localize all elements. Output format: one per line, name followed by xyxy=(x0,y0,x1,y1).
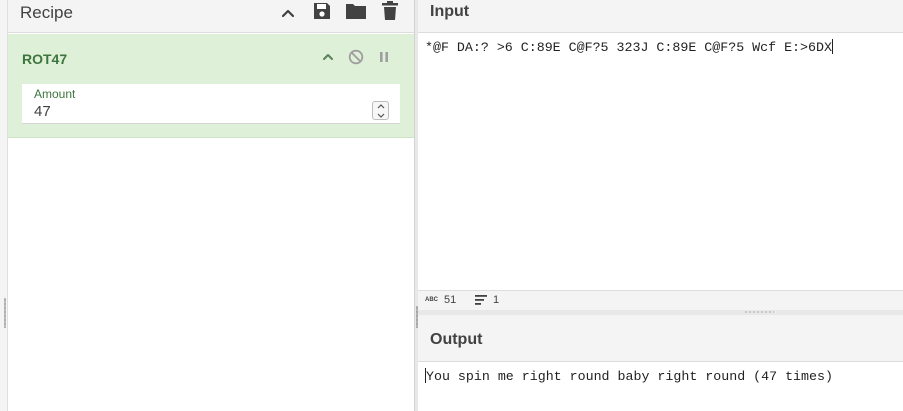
operation-title: ROT47 xyxy=(22,51,68,67)
caret-down-icon xyxy=(377,113,384,118)
recipe-header: Recipe xyxy=(8,0,414,33)
amount-label: Amount xyxy=(34,87,76,101)
output-header: Output xyxy=(418,315,903,362)
input-text: *@F DA:? >6 C:89E C@F?5 323J C:89E C@F?5… xyxy=(425,39,833,55)
io-divider-grip[interactable] xyxy=(744,311,774,313)
output-text: You spin me right round baby right round… xyxy=(425,368,833,384)
left-panel-edge xyxy=(0,0,8,411)
op-disable-button[interactable] xyxy=(345,46,367,68)
output-textarea[interactable]: You spin me right round baby right round… xyxy=(418,362,903,411)
stepper-up-button[interactable] xyxy=(373,102,388,110)
clear-recipe-button[interactable] xyxy=(377,0,403,24)
input-pane: Input *@F DA:? >6 C:89E C@F?5 323J C:89E… xyxy=(418,0,903,290)
chevron-up-icon xyxy=(281,9,295,18)
input-header: Input xyxy=(418,0,903,33)
resize-handle[interactable] xyxy=(4,298,6,328)
amount-input[interactable] xyxy=(34,101,364,121)
char-count-value: 51 xyxy=(444,294,457,306)
line-count: 1 xyxy=(475,294,499,306)
caret-up-icon xyxy=(377,103,384,108)
load-recipe-button[interactable] xyxy=(343,0,369,24)
stepper-down-button[interactable] xyxy=(373,111,388,119)
pause-icon xyxy=(380,52,388,62)
lines-icon xyxy=(475,295,487,305)
char-count: ABC 51 xyxy=(425,294,456,306)
input-textarea[interactable]: *@F DA:? >6 C:89E C@F?5 323J C:89E C@F?5… xyxy=(418,33,903,290)
line-count-value: 1 xyxy=(493,294,500,306)
op-breakpoint-button[interactable] xyxy=(373,46,395,68)
disable-icon xyxy=(348,49,364,65)
chevron-up-icon xyxy=(323,54,333,60)
operation-rot47[interactable]: ROT47 Amount xyxy=(8,34,414,138)
input-status-bar: ABC 51 1 xyxy=(418,290,903,310)
recipe-panel: Recipe ROT47 Amount 47 xyxy=(8,0,414,411)
input-title: Input xyxy=(430,3,470,20)
text-cursor xyxy=(831,39,833,54)
collapse-all-button[interactable] xyxy=(275,0,301,26)
amount-stepper[interactable] xyxy=(372,101,389,120)
trash-icon xyxy=(382,1,398,20)
save-icon xyxy=(314,3,330,19)
op-collapse-button[interactable] xyxy=(317,46,339,68)
output-title: Output xyxy=(430,331,483,348)
save-recipe-button[interactable] xyxy=(309,0,335,24)
amount-argument: Amount xyxy=(22,84,400,124)
output-pane: Output You spin me right round baby righ… xyxy=(418,315,903,411)
folder-icon xyxy=(346,4,366,19)
recipe-title: Recipe xyxy=(20,3,73,22)
abc-icon: ABC xyxy=(425,297,438,303)
